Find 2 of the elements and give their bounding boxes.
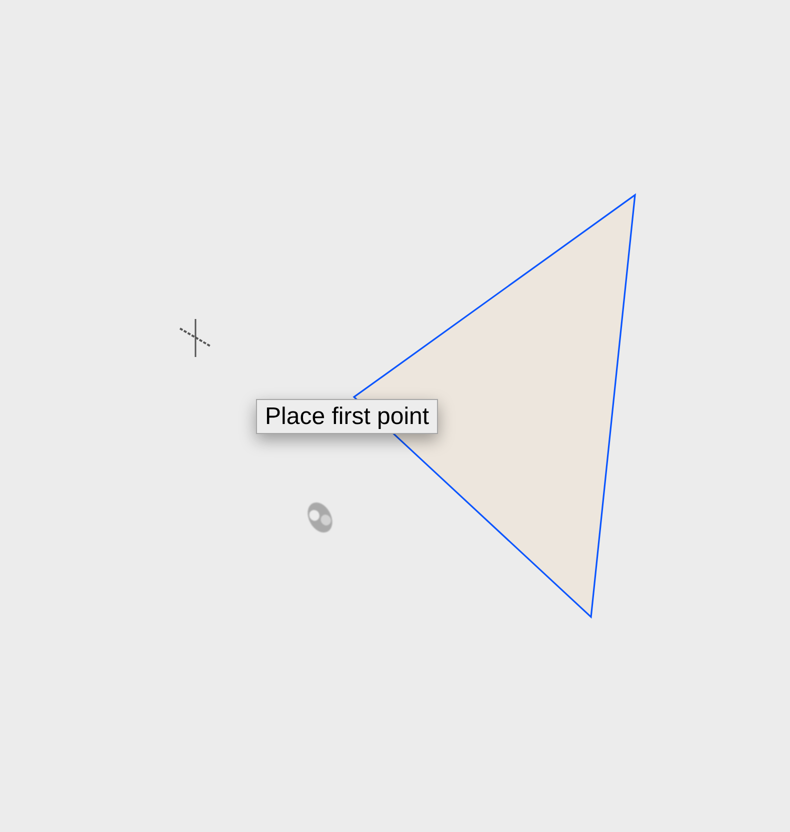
tooltip: Place first point <box>256 399 438 434</box>
crosshair-cursor-icon <box>179 319 212 357</box>
